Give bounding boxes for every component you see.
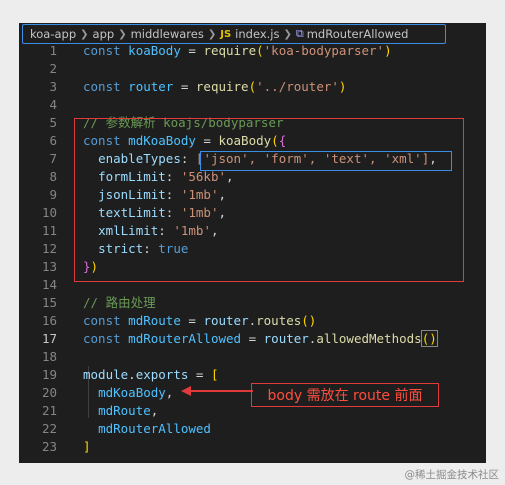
code-line[interactable]: 17 const mdRouterAllowed = router.allowed… xyxy=(19,330,486,348)
code-line[interactable]: 9 jsonLimit: '1mb', xyxy=(19,186,486,204)
code-line[interactable]: 8 formLimit: '56kb', xyxy=(19,168,486,186)
js-file-icon: JS xyxy=(220,28,232,40)
line-text: textLimit: '1mb', xyxy=(98,205,227,220)
line-number: 16 xyxy=(41,313,57,328)
line-number: 22 xyxy=(41,421,57,436)
line-number: 17 xyxy=(41,331,57,346)
line-text: const router = require('../router') xyxy=(83,79,347,94)
code-line[interactable]: 3 const router = require('../router') xyxy=(19,78,486,96)
code-line[interactable]: 12 strict: true xyxy=(19,240,486,258)
line-text: }) xyxy=(83,259,99,274)
line-text: xmlLimit: '1mb', xyxy=(98,223,219,238)
code-line[interactable]: 4 xyxy=(19,96,486,114)
line-number: 20 xyxy=(41,385,57,400)
line-number: 21 xyxy=(41,403,57,418)
line-number: 18 xyxy=(41,349,57,364)
line-text: jsonLimit: '1mb', xyxy=(98,187,227,202)
annotation-note: body 需放在 route 前面 xyxy=(251,383,439,407)
line-text: enableTypes: ['json', 'form', 'text', 'x… xyxy=(98,151,437,166)
breadcrumb-item[interactable]: middlewares xyxy=(131,27,204,41)
line-number: 13 xyxy=(41,259,57,274)
line-text: strict: true xyxy=(98,241,189,256)
code-line[interactable]: 13}) xyxy=(19,258,486,276)
chevron-right-icon: ❯ xyxy=(207,28,217,40)
breadcrumb-item[interactable]: app xyxy=(93,27,115,41)
code-line[interactable]: 5 // 参数解析 koajs/bodyparser xyxy=(19,114,486,132)
code-line[interactable]: 14 xyxy=(19,276,486,294)
breadcrumb-file[interactable]: index.js xyxy=(235,27,279,41)
line-number: 2 xyxy=(49,61,57,76)
code-line[interactable]: 1 const koaBody = require('koa-bodyparser… xyxy=(19,42,486,60)
line-number: 9 xyxy=(49,187,57,202)
watermark: @稀土掘金技术社区 xyxy=(404,469,500,481)
code-line[interactable]: 22 mdRouterAllowed xyxy=(19,420,486,438)
code-line[interactable]: 11 xmlLimit: '1mb', xyxy=(19,222,486,240)
line-text: mdRoute, xyxy=(98,403,159,418)
line-number: 4 xyxy=(49,97,57,112)
line-number: 19 xyxy=(41,367,57,382)
breadcrumb-item[interactable]: koa-app xyxy=(30,27,76,41)
line-number: 8 xyxy=(49,169,57,184)
code-line[interactable]: 2 xyxy=(19,60,486,78)
code-line[interactable]: 16 const mdRoute = router.routes() xyxy=(19,312,486,330)
code-editor[interactable]: koa-app ❯ app ❯ middlewares ❯ JS index.j… xyxy=(19,23,486,463)
line-number: 15 xyxy=(41,295,57,310)
line-text: module.exports = [ xyxy=(83,367,219,382)
line-number: 5 xyxy=(49,115,57,130)
line-text: const koaBody = require('koa-bodyparser'… xyxy=(83,43,392,58)
line-number: 7 xyxy=(49,151,57,166)
line-text: // 路由处理 xyxy=(83,295,156,310)
line-text: ] xyxy=(83,439,91,454)
chevron-right-icon: ❯ xyxy=(80,28,89,40)
code-line[interactable]: 7 enableTypes: ['json', 'form', 'text', … xyxy=(19,150,486,168)
line-number: 10 xyxy=(41,205,57,220)
line-number: 3 xyxy=(49,79,57,94)
chevron-right-icon: ❯ xyxy=(118,28,127,40)
line-text: formLimit: '56kb', xyxy=(98,169,234,184)
line-number: 11 xyxy=(41,223,57,238)
code-line[interactable]: 15 // 路由处理 xyxy=(19,294,486,312)
method-symbol-icon: ⧉ xyxy=(295,27,304,40)
code-line[interactable]: 10 textLimit: '1mb', xyxy=(19,204,486,222)
line-number: 6 xyxy=(49,133,57,148)
code-line[interactable]: 18 xyxy=(19,348,486,366)
arrow-left-icon xyxy=(181,386,253,396)
line-number: 14 xyxy=(41,277,57,292)
line-text: mdRouterAllowed xyxy=(98,421,211,436)
chevron-right-icon: ❯ xyxy=(283,28,292,40)
line-number: 1 xyxy=(49,43,57,58)
line-text: const mdKoaBody = koaBody({ xyxy=(83,133,287,148)
code-line[interactable]: 6 const mdKoaBody = koaBody({ xyxy=(19,132,486,150)
breadcrumb: koa-app ❯ app ❯ middlewares ❯ JS index.j… xyxy=(22,24,446,44)
code-line[interactable]: 23] xyxy=(19,438,486,456)
line-text: mdKoaBody, xyxy=(98,385,174,400)
line-text: const mdRouterAllowed = router.allowedMe… xyxy=(83,330,438,347)
breadcrumb-symbol[interactable]: mdRouterAllowed xyxy=(307,27,409,41)
line-number: 12 xyxy=(41,241,57,256)
code-line[interactable]: 19 module.exports = [ xyxy=(19,366,486,384)
line-text: const mdRoute = router.routes() xyxy=(83,313,317,328)
line-text: // 参数解析 koajs/bodyparser xyxy=(83,115,284,130)
line-number: 23 xyxy=(41,439,57,454)
